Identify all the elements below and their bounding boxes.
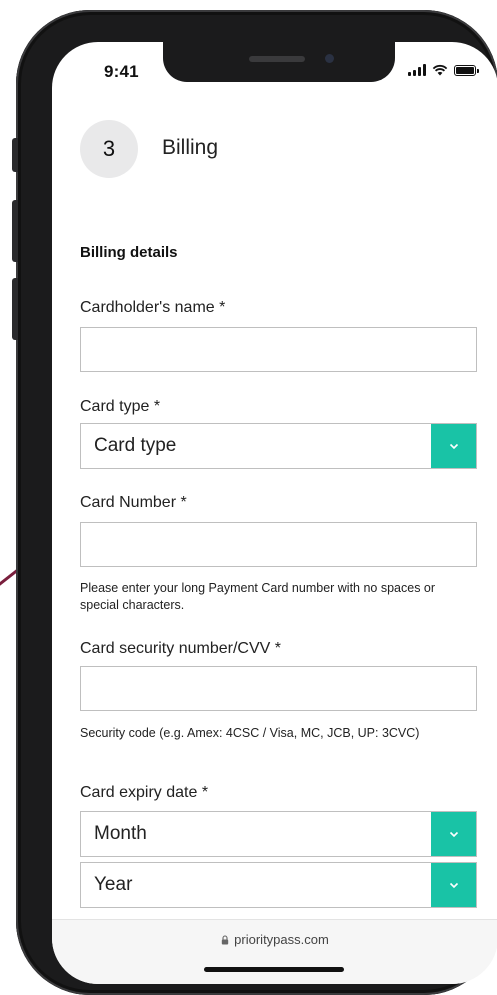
silent-switch: [12, 138, 18, 172]
address-bar[interactable]: prioritypass.com: [52, 932, 497, 947]
cardholder-name-input[interactable]: [80, 327, 477, 372]
card-number-input[interactable]: [80, 522, 477, 567]
card-number-label: Card Number *: [80, 494, 187, 511]
card-number-help: Please enter your long Payment Card numb…: [80, 581, 436, 612]
front-camera: [325, 54, 334, 63]
expiry-month-select[interactable]: Month: [80, 811, 477, 857]
url-text: prioritypass.com: [234, 932, 329, 947]
chevron-down-icon: [431, 812, 476, 856]
expiry-month-value: Month: [94, 823, 147, 844]
step-title: Billing: [162, 136, 219, 159]
home-indicator[interactable]: [204, 967, 344, 972]
page: 9:41 3 Billing Billing details Cardholde…: [0, 0, 497, 995]
billing-details-heading: Billing details: [80, 244, 178, 261]
expiry-label: Card expiry date *: [80, 784, 209, 801]
lock-icon: [221, 934, 229, 944]
phone-frame: 9:41 3 Billing Billing details Cardholde…: [12, 10, 497, 995]
card-type-select[interactable]: Card type: [80, 423, 477, 469]
chevron-down-icon: [431, 424, 476, 468]
card-type-label: Card type *: [80, 398, 161, 415]
volume-down-button: [12, 278, 18, 340]
volume-up-button: [12, 200, 18, 262]
wifi-icon: [432, 64, 448, 76]
chevron-down-icon: [431, 863, 476, 907]
phone-screen: 9:41 3 Billing Billing details Cardholde…: [52, 42, 497, 984]
status-icons: [408, 64, 479, 76]
card-type-selected-value: Card type: [94, 435, 177, 456]
cvv-input[interactable]: [80, 666, 477, 711]
browser-bottom-bar: prioritypass.com: [52, 919, 497, 984]
expiry-year-value: Year: [94, 874, 133, 895]
status-time: 9:41: [104, 62, 139, 81]
battery-icon: [454, 65, 479, 76]
speaker: [249, 56, 305, 62]
notch: [163, 42, 395, 82]
cvv-help: Security code (e.g. Amex: 4CSC / Visa, M…: [80, 726, 420, 740]
expiry-year-select[interactable]: Year: [80, 862, 477, 908]
cardholder-name-label: Cardholder's name *: [80, 299, 226, 316]
cvv-label: Card security number/CVV *: [80, 640, 281, 657]
signal-icon: [408, 64, 426, 76]
step-number-badge: 3: [80, 120, 138, 178]
